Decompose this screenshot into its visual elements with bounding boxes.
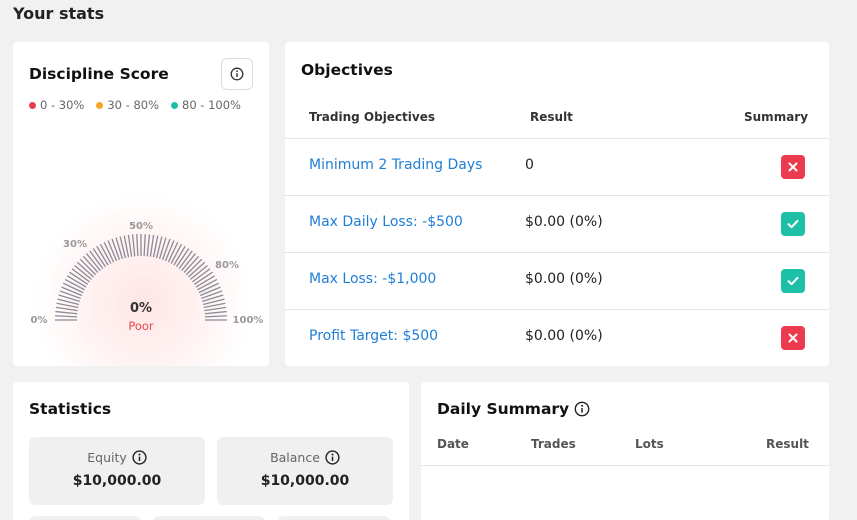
gauge-tick: [131, 234, 136, 257]
objective-result: 0: [525, 157, 534, 173]
info-icon[interactable]: [132, 450, 147, 465]
stat-value: $10,000.00: [260, 473, 350, 489]
daily-summary-header: Daily Summary: [437, 400, 590, 418]
gauge-tick: [127, 234, 133, 257]
gauge-tick-label: 30%: [63, 239, 87, 250]
gauge-tick: [143, 234, 146, 257]
gauge-tick: [149, 234, 155, 257]
stat-box-partial: [29, 516, 141, 520]
table-divider: [421, 465, 829, 466]
page-title: Your stats: [13, 4, 105, 23]
stat-label: Equity: [87, 450, 127, 465]
stat-label-row: Balance: [217, 450, 393, 465]
stat-box-partial: [278, 516, 390, 520]
gauge-tick: [201, 290, 223, 300]
column-header-lots: Lots: [635, 437, 664, 451]
gauge-tick-label: 80%: [215, 260, 239, 271]
gauge-rating: Poor: [128, 319, 154, 333]
stat-balance: Balance $10,000.00: [217, 437, 393, 505]
x-icon: [788, 333, 798, 343]
x-icon: [788, 162, 798, 172]
info-icon[interactable]: [574, 401, 590, 417]
statistics-card: Statistics Equity $10,000.00 Balance $10…: [13, 382, 409, 520]
info-icon[interactable]: [325, 450, 340, 465]
objectives-title: Objectives: [301, 61, 393, 79]
stat-equity: Equity $10,000.00: [29, 437, 205, 505]
objective-name-link[interactable]: Max Daily Loss: -$500: [309, 214, 463, 230]
column-header-result: Result: [530, 110, 573, 124]
gauge-tick: [111, 238, 121, 260]
column-header-date: Date: [437, 437, 469, 451]
status-fail-badge: [781, 155, 805, 179]
check-icon: [787, 276, 799, 286]
daily-summary-card: Daily Summary Date Trades Lots Result: [421, 382, 829, 520]
column-header-summary: Summary: [744, 110, 809, 124]
gauge-tick: [59, 290, 81, 300]
discipline-gauge: 0% 30% 50% 80% 100%: [31, 221, 264, 326]
objective-name-link[interactable]: Minimum 2 Trading Days: [309, 157, 482, 173]
gauge-tick-label: 50%: [129, 221, 153, 232]
gauge-tick: [136, 234, 139, 257]
objectives-card: Objectives Trading Objectives Result Sum…: [285, 42, 829, 366]
gauge-tick: [146, 234, 151, 257]
stat-value: $10,000.00: [72, 473, 162, 489]
objective-result: $0.00 (0%): [525, 214, 603, 230]
objective-name-link[interactable]: Max Loss: -$1,000: [309, 271, 436, 287]
discipline-score-card: Discipline Score 0 - 30% 30 - 80% 80 - 1…: [13, 42, 269, 366]
column-header-trades: Trades: [531, 437, 576, 451]
objective-row: Minimum 2 Trading Days 0: [285, 138, 829, 195]
status-pass-badge: [781, 269, 805, 293]
objective-row: Profit Target: $500 $0.00 (0%): [285, 309, 829, 366]
status-pass-badge: [781, 212, 805, 236]
stat-label-row: Equity: [29, 450, 205, 465]
objective-row: Max Loss: -$1,000 $0.00 (0%): [285, 252, 829, 309]
gauge-value: 0%: [129, 301, 153, 316]
stat-box-partial: [153, 516, 265, 520]
objective-row: Max Daily Loss: -$500 $0.00 (0%): [285, 195, 829, 252]
objective-result: $0.00 (0%): [525, 271, 603, 287]
daily-summary-title: Daily Summary: [437, 400, 570, 418]
objective-name-link[interactable]: Profit Target: $500: [309, 328, 438, 344]
status-fail-badge: [781, 326, 805, 350]
check-icon: [787, 219, 799, 229]
gauge-tick: [161, 238, 171, 260]
statistics-title: Statistics: [29, 400, 112, 418]
stat-label: Balance: [270, 450, 320, 465]
objective-result: $0.00 (0%): [525, 328, 603, 344]
column-header-result: Result: [766, 437, 809, 451]
column-header-objective: Trading Objectives: [309, 110, 436, 124]
